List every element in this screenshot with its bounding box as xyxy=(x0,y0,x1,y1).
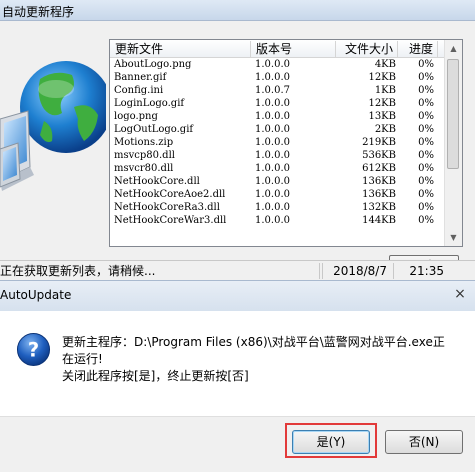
table-row[interactable]: NetHookCoreAoe2.dll 1.0.0.0 136KB 0% xyxy=(110,188,440,201)
file-name: Banner.gif xyxy=(114,72,167,83)
yes-button[interactable]: 是(Y) xyxy=(292,430,370,454)
status-bar: 正在获取更新列表，请稍候... 2018/8/7 21:35 xyxy=(0,260,475,280)
file-size: 12KB xyxy=(368,72,396,83)
file-name: LogOutLogo.gif xyxy=(114,124,194,135)
updater-window: 更新文件 版本号 文件大小 进度 AboutLogo.png 1.0.0.0 4KB… xyxy=(0,21,475,279)
file-rows: AboutLogo.png 1.0.0.0 4KB 0% Banner.gif 1.0.… xyxy=(110,58,440,227)
table-row[interactable]: Config.ini 1.0.0.7 1KB 0% xyxy=(110,84,440,97)
file-name: NetHookCoreWar3.dll xyxy=(114,215,227,226)
file-name: msvcr80.dll xyxy=(114,163,174,174)
file-list-scrollbar[interactable]: ▲ ▼ xyxy=(444,40,462,246)
file-progress: 0% xyxy=(418,163,434,174)
column-header-progress[interactable]: 进度 xyxy=(398,41,438,57)
table-row[interactable]: Motions.zip 1.0.0.0 219KB 0% xyxy=(110,136,440,149)
file-version: 1.0.0.0 xyxy=(255,72,290,83)
file-size: 536KB xyxy=(362,150,396,161)
scroll-up-icon[interactable]: ▲ xyxy=(445,40,462,57)
file-progress: 0% xyxy=(418,137,434,148)
file-progress: 0% xyxy=(418,124,434,135)
file-size: 13KB xyxy=(368,111,396,122)
file-list-header: 更新文件 版本号 文件大小 进度 xyxy=(110,40,462,58)
table-row[interactable]: AboutLogo.png 1.0.0.0 4KB 0% xyxy=(110,58,440,71)
file-progress: 0% xyxy=(418,189,434,200)
file-version: 1.0.0.0 xyxy=(255,111,290,122)
column-header-file[interactable]: 更新文件 xyxy=(110,41,251,57)
file-version: 1.0.0.0 xyxy=(255,189,290,200)
file-name: LoginLogo.gif xyxy=(114,98,185,109)
file-progress: 0% xyxy=(418,215,434,226)
file-name: logo.png xyxy=(114,111,158,122)
file-version: 1.0.0.0 xyxy=(255,124,290,135)
svg-text:?: ? xyxy=(28,338,39,361)
file-version: 1.0.0.0 xyxy=(255,137,290,148)
no-button[interactable]: 否(N) xyxy=(385,430,463,454)
file-list[interactable]: 更新文件 版本号 文件大小 进度 AboutLogo.png 1.0.0.0 4KB… xyxy=(109,39,463,247)
column-header-size[interactable]: 文件大小 xyxy=(336,41,398,57)
file-name: Motions.zip xyxy=(114,137,174,148)
file-version: 1.0.0.0 xyxy=(255,59,290,70)
file-version: 1.0.0.0 xyxy=(255,150,290,161)
updater-title: 自动更新程序 xyxy=(2,5,75,19)
file-size: 132KB xyxy=(362,202,396,213)
file-version: 1.0.0.0 xyxy=(255,176,290,187)
file-name: NetHookCoreRa3.dll xyxy=(114,202,220,213)
file-progress: 0% xyxy=(418,59,434,70)
question-icon: ? xyxy=(16,332,51,367)
message-line: 在运行! xyxy=(62,352,103,366)
column-header-version[interactable]: 版本号 xyxy=(251,41,336,57)
table-row[interactable]: Banner.gif 1.0.0.0 12KB 0% xyxy=(110,71,440,84)
scrollbar-thumb[interactable] xyxy=(447,59,459,169)
file-size: 136KB xyxy=(362,189,396,200)
table-row[interactable]: msvcp80.dll 1.0.0.0 536KB 0% xyxy=(110,149,440,162)
autoupdate-dialog: AutoUpdate × ? 更新主程序：D:\Program Files (x… xyxy=(0,280,475,472)
file-size: 4KB xyxy=(374,59,396,70)
globe-network-icon xyxy=(0,61,106,191)
file-version: 1.0.0.0 xyxy=(255,98,290,109)
file-size: 1KB xyxy=(374,85,396,96)
file-size: 612KB xyxy=(362,163,396,174)
table-row[interactable]: NetHookCoreRa3.dll 1.0.0.0 132KB 0% xyxy=(110,201,440,214)
file-version: 1.0.0.7 xyxy=(255,85,290,96)
file-name: NetHookCoreAoe2.dll xyxy=(114,189,226,200)
dialog-titlebar[interactable]: AutoUpdate × xyxy=(0,280,475,311)
file-name: Config.ini xyxy=(114,85,164,96)
table-row[interactable]: NetHookCoreWar3.dll 1.0.0.0 144KB 0% xyxy=(110,214,440,227)
scroll-down-icon[interactable]: ▼ xyxy=(445,229,462,246)
file-name: msvcp80.dll xyxy=(114,150,175,161)
status-time: 21:35 xyxy=(409,264,444,278)
updater-titlebar[interactable]: 自动更新程序 xyxy=(0,0,475,21)
file-size: 144KB xyxy=(362,215,396,226)
file-size: 219KB xyxy=(362,137,396,148)
file-progress: 0% xyxy=(418,72,434,83)
file-progress: 0% xyxy=(418,111,434,122)
file-progress: 0% xyxy=(418,98,434,109)
file-version: 1.0.0.0 xyxy=(255,215,290,226)
table-row[interactable]: msvcr80.dll 1.0.0.0 612KB 0% xyxy=(110,162,440,175)
file-size: 136KB xyxy=(362,176,396,187)
status-text: 正在获取更新列表，请稍候... xyxy=(0,263,320,279)
file-name: NetHookCore.dll xyxy=(114,176,200,187)
close-icon[interactable]: × xyxy=(444,284,475,304)
message-line: 关闭此程序按[是]，终止更新按[否] xyxy=(62,369,249,383)
file-name: AboutLogo.png xyxy=(114,59,192,70)
table-row[interactable]: LogOutLogo.gif 1.0.0.0 2KB 0% xyxy=(110,123,440,136)
table-row[interactable]: logo.png 1.0.0.0 13KB 0% xyxy=(110,110,440,123)
status-date: 2018/8/7 xyxy=(322,263,394,279)
file-progress: 0% xyxy=(418,150,434,161)
message-line: 更新主程序：D:\Program Files (x86)\对战平台\蓝警网对战平… xyxy=(62,335,445,349)
table-row[interactable]: NetHookCore.dll 1.0.0.0 136KB 0% xyxy=(110,175,440,188)
dialog-message: 更新主程序：D:\Program Files (x86)\对战平台\蓝警网对战平… xyxy=(62,334,462,385)
file-version: 1.0.0.0 xyxy=(255,163,290,174)
file-progress: 0% xyxy=(418,85,434,96)
table-row[interactable]: LoginLogo.gif 1.0.0.0 12KB 0% xyxy=(110,97,440,110)
dialog-title: AutoUpdate xyxy=(0,288,72,302)
file-version: 1.0.0.0 xyxy=(255,202,290,213)
file-progress: 0% xyxy=(418,202,434,213)
file-size: 12KB xyxy=(368,98,396,109)
file-size: 2KB xyxy=(374,124,396,135)
file-progress: 0% xyxy=(418,176,434,187)
